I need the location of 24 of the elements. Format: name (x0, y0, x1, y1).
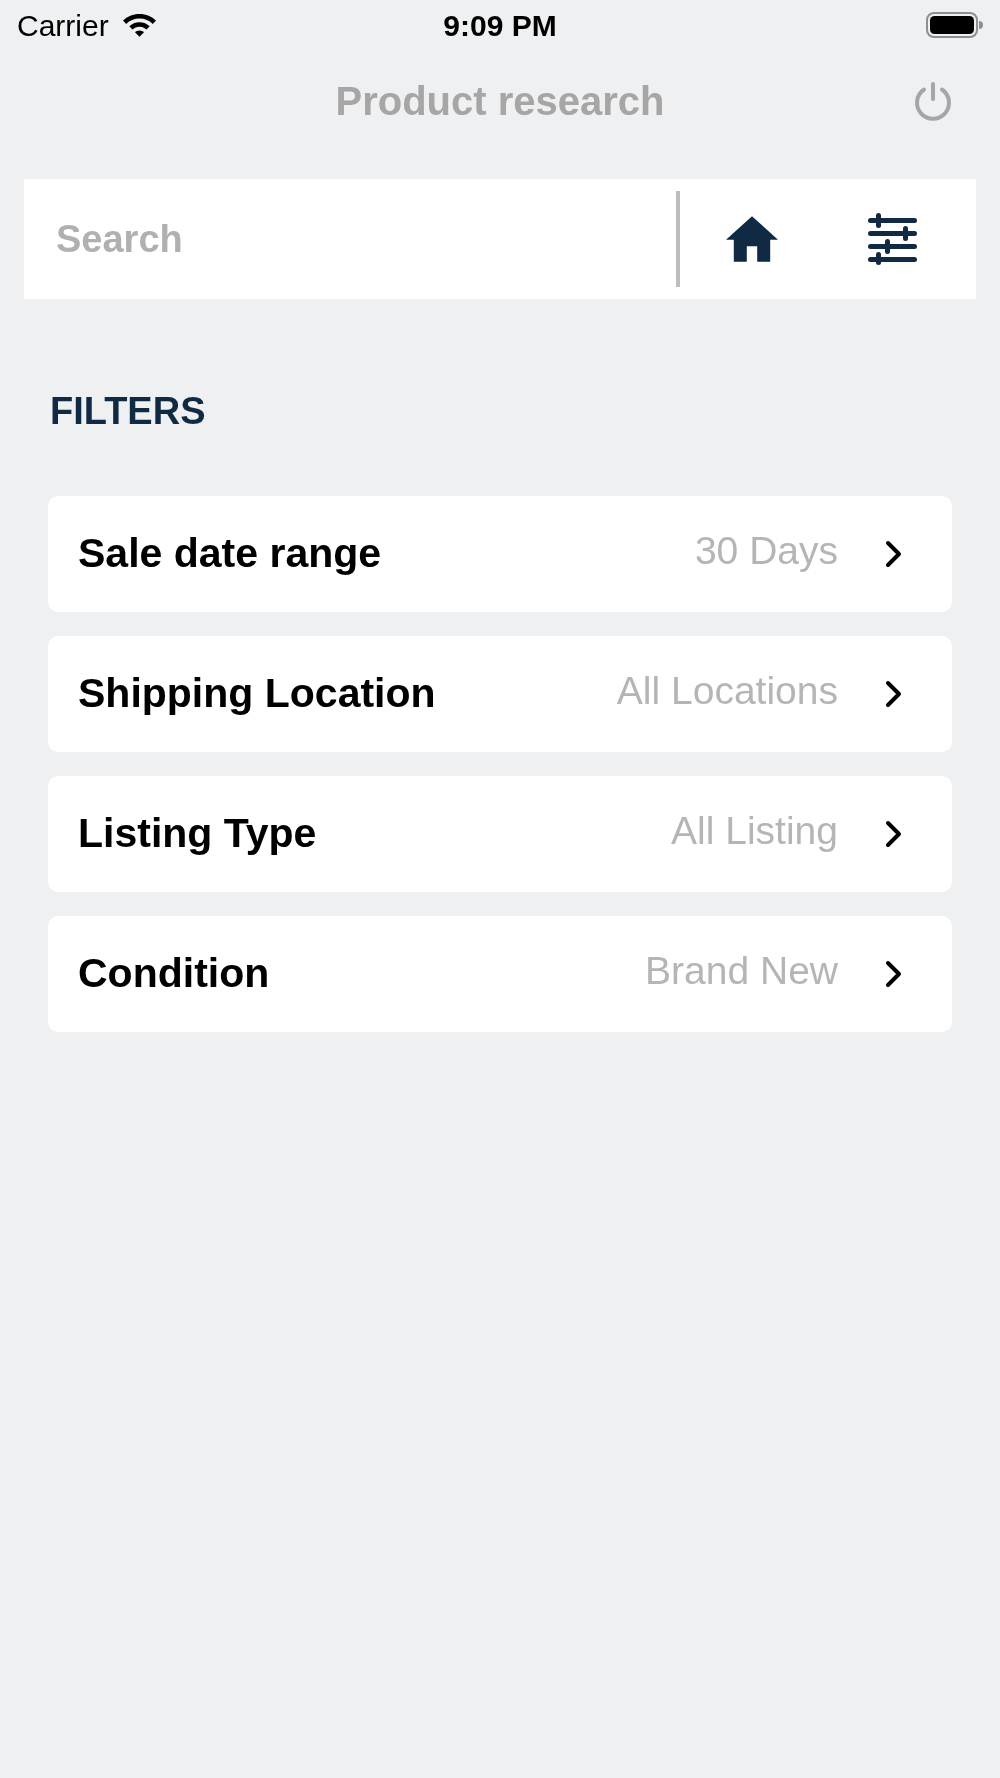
filter-row[interactable]: Shipping Location All Locations (48, 636, 952, 752)
filter-label: Shipping Location (78, 669, 437, 719)
battery-icon (926, 12, 983, 38)
sliders-icon[interactable] (868, 213, 917, 265)
chevron-right-icon (884, 820, 903, 848)
filters-heading: FILTERS (50, 389, 206, 434)
filter-value: 30 Days (694, 527, 838, 574)
wifi-icon (121, 12, 157, 38)
filter-value: Brand New (645, 947, 838, 994)
filter-row[interactable]: Condition Brand New (48, 916, 952, 1032)
chevron-right-icon (884, 680, 903, 708)
chevron-right-icon (884, 960, 903, 988)
filter-label: Listing Type (78, 809, 318, 859)
status-time: 9:09 PM (442, 7, 558, 44)
filter-label: Condition (78, 949, 271, 999)
filter-row[interactable]: Listing Type All Listing (48, 776, 952, 892)
filter-value: All Locations (616, 667, 838, 714)
search-field[interactable]: Search (24, 179, 676, 299)
filter-value: All Listing (671, 807, 838, 854)
carrier-name: Carrier (17, 7, 109, 44)
filter-row[interactable]: Sale date range 30 Days (48, 496, 952, 612)
filter-label: Sale date range (78, 529, 383, 579)
chevron-right-icon (884, 540, 903, 568)
page-title: Product research (335, 78, 665, 125)
